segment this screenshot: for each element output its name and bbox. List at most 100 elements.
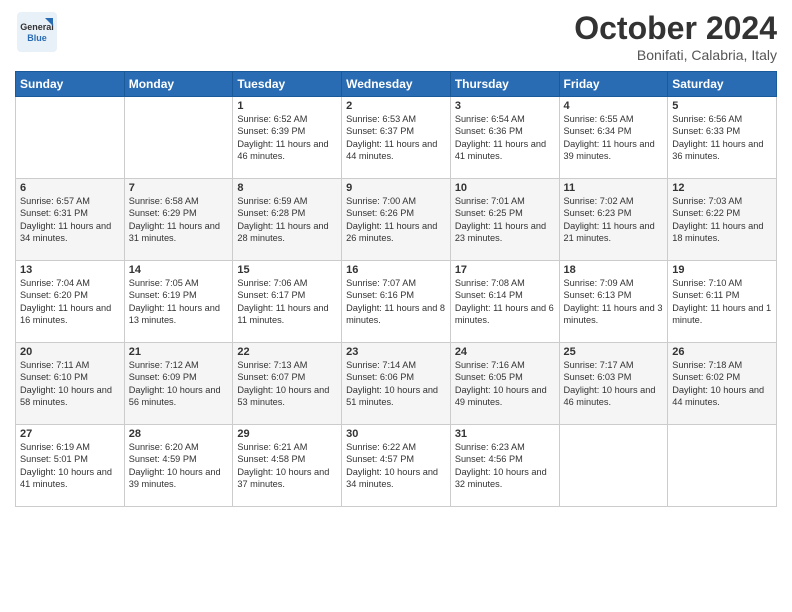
day-cell: 21Sunrise: 7:12 AM Sunset: 6:09 PM Dayli… <box>124 343 233 425</box>
day-number: 29 <box>237 428 337 440</box>
day-header-friday: Friday <box>559 72 668 97</box>
day-cell: 27Sunrise: 6:19 AM Sunset: 5:01 PM Dayli… <box>16 425 125 507</box>
day-info: Sunrise: 7:09 AM Sunset: 6:13 PM Dayligh… <box>564 277 664 327</box>
day-cell: 31Sunrise: 6:23 AM Sunset: 4:56 PM Dayli… <box>450 425 559 507</box>
title-area: October 2024 Bonifati, Calabria, Italy <box>574 10 777 63</box>
day-info: Sunrise: 6:20 AM Sunset: 4:59 PM Dayligh… <box>129 441 229 491</box>
day-cell: 20Sunrise: 7:11 AM Sunset: 6:10 PM Dayli… <box>16 343 125 425</box>
day-info: Sunrise: 6:22 AM Sunset: 4:57 PM Dayligh… <box>346 441 446 491</box>
week-row-4: 20Sunrise: 7:11 AM Sunset: 6:10 PM Dayli… <box>16 343 777 425</box>
day-number: 10 <box>455 182 555 194</box>
day-info: Sunrise: 7:16 AM Sunset: 6:05 PM Dayligh… <box>455 359 555 409</box>
day-number: 28 <box>129 428 229 440</box>
day-info: Sunrise: 6:53 AM Sunset: 6:37 PM Dayligh… <box>346 113 446 163</box>
day-cell <box>668 425 777 507</box>
day-header-monday: Monday <box>124 72 233 97</box>
day-cell: 9Sunrise: 7:00 AM Sunset: 6:26 PM Daylig… <box>342 179 451 261</box>
day-cell: 7Sunrise: 6:58 AM Sunset: 6:29 PM Daylig… <box>124 179 233 261</box>
logo: General Blue <box>15 10 59 54</box>
day-cell: 23Sunrise: 7:14 AM Sunset: 6:06 PM Dayli… <box>342 343 451 425</box>
day-info: Sunrise: 7:18 AM Sunset: 6:02 PM Dayligh… <box>672 359 772 409</box>
day-cell: 1Sunrise: 6:52 AM Sunset: 6:39 PM Daylig… <box>233 97 342 179</box>
day-info: Sunrise: 7:00 AM Sunset: 6:26 PM Dayligh… <box>346 195 446 245</box>
day-cell: 26Sunrise: 7:18 AM Sunset: 6:02 PM Dayli… <box>668 343 777 425</box>
day-info: Sunrise: 7:12 AM Sunset: 6:09 PM Dayligh… <box>129 359 229 409</box>
day-cell: 10Sunrise: 7:01 AM Sunset: 6:25 PM Dayli… <box>450 179 559 261</box>
day-info: Sunrise: 7:11 AM Sunset: 6:10 PM Dayligh… <box>20 359 120 409</box>
day-number: 8 <box>237 182 337 194</box>
week-row-5: 27Sunrise: 6:19 AM Sunset: 5:01 PM Dayli… <box>16 425 777 507</box>
day-info: Sunrise: 7:04 AM Sunset: 6:20 PM Dayligh… <box>20 277 120 327</box>
header-row: SundayMondayTuesdayWednesdayThursdayFrid… <box>16 72 777 97</box>
page: General Blue October 2024 Bonifati, Cala… <box>0 0 792 612</box>
day-info: Sunrise: 7:17 AM Sunset: 6:03 PM Dayligh… <box>564 359 664 409</box>
day-number: 31 <box>455 428 555 440</box>
day-cell <box>559 425 668 507</box>
day-info: Sunrise: 7:02 AM Sunset: 6:23 PM Dayligh… <box>564 195 664 245</box>
day-number: 20 <box>20 346 120 358</box>
day-number: 5 <box>672 100 772 112</box>
day-number: 17 <box>455 264 555 276</box>
logo-svg: General Blue <box>15 10 59 54</box>
day-info: Sunrise: 7:06 AM Sunset: 6:17 PM Dayligh… <box>237 277 337 327</box>
day-cell <box>124 97 233 179</box>
day-info: Sunrise: 7:08 AM Sunset: 6:14 PM Dayligh… <box>455 277 555 327</box>
day-cell: 28Sunrise: 6:20 AM Sunset: 4:59 PM Dayli… <box>124 425 233 507</box>
day-number: 12 <box>672 182 772 194</box>
day-header-sunday: Sunday <box>16 72 125 97</box>
day-cell: 22Sunrise: 7:13 AM Sunset: 6:07 PM Dayli… <box>233 343 342 425</box>
day-info: Sunrise: 6:56 AM Sunset: 6:33 PM Dayligh… <box>672 113 772 163</box>
day-cell: 11Sunrise: 7:02 AM Sunset: 6:23 PM Dayli… <box>559 179 668 261</box>
day-info: Sunrise: 6:54 AM Sunset: 6:36 PM Dayligh… <box>455 113 555 163</box>
day-info: Sunrise: 6:52 AM Sunset: 6:39 PM Dayligh… <box>237 113 337 163</box>
day-info: Sunrise: 6:19 AM Sunset: 5:01 PM Dayligh… <box>20 441 120 491</box>
day-cell: 18Sunrise: 7:09 AM Sunset: 6:13 PM Dayli… <box>559 261 668 343</box>
day-cell: 30Sunrise: 6:22 AM Sunset: 4:57 PM Dayli… <box>342 425 451 507</box>
day-info: Sunrise: 6:58 AM Sunset: 6:29 PM Dayligh… <box>129 195 229 245</box>
day-cell <box>16 97 125 179</box>
day-number: 25 <box>564 346 664 358</box>
day-info: Sunrise: 7:07 AM Sunset: 6:16 PM Dayligh… <box>346 277 446 327</box>
day-header-saturday: Saturday <box>668 72 777 97</box>
calendar-table: SundayMondayTuesdayWednesdayThursdayFrid… <box>15 71 777 507</box>
day-number: 16 <box>346 264 446 276</box>
day-info: Sunrise: 7:10 AM Sunset: 6:11 PM Dayligh… <box>672 277 772 327</box>
day-number: 1 <box>237 100 337 112</box>
month-title: October 2024 <box>574 10 777 47</box>
day-cell: 3Sunrise: 6:54 AM Sunset: 6:36 PM Daylig… <box>450 97 559 179</box>
day-cell: 29Sunrise: 6:21 AM Sunset: 4:58 PM Dayli… <box>233 425 342 507</box>
day-cell: 14Sunrise: 7:05 AM Sunset: 6:19 PM Dayli… <box>124 261 233 343</box>
location: Bonifati, Calabria, Italy <box>574 47 777 63</box>
day-cell: 25Sunrise: 7:17 AM Sunset: 6:03 PM Dayli… <box>559 343 668 425</box>
day-cell: 17Sunrise: 7:08 AM Sunset: 6:14 PM Dayli… <box>450 261 559 343</box>
day-number: 6 <box>20 182 120 194</box>
day-info: Sunrise: 7:14 AM Sunset: 6:06 PM Dayligh… <box>346 359 446 409</box>
day-number: 15 <box>237 264 337 276</box>
day-number: 14 <box>129 264 229 276</box>
day-number: 27 <box>20 428 120 440</box>
day-cell: 19Sunrise: 7:10 AM Sunset: 6:11 PM Dayli… <box>668 261 777 343</box>
day-cell: 8Sunrise: 6:59 AM Sunset: 6:28 PM Daylig… <box>233 179 342 261</box>
day-header-wednesday: Wednesday <box>342 72 451 97</box>
svg-text:Blue: Blue <box>27 33 47 43</box>
day-info: Sunrise: 6:57 AM Sunset: 6:31 PM Dayligh… <box>20 195 120 245</box>
week-row-1: 1Sunrise: 6:52 AM Sunset: 6:39 PM Daylig… <box>16 97 777 179</box>
day-cell: 24Sunrise: 7:16 AM Sunset: 6:05 PM Dayli… <box>450 343 559 425</box>
day-cell: 5Sunrise: 6:56 AM Sunset: 6:33 PM Daylig… <box>668 97 777 179</box>
week-row-3: 13Sunrise: 7:04 AM Sunset: 6:20 PM Dayli… <box>16 261 777 343</box>
day-number: 30 <box>346 428 446 440</box>
day-cell: 15Sunrise: 7:06 AM Sunset: 6:17 PM Dayli… <box>233 261 342 343</box>
day-info: Sunrise: 6:21 AM Sunset: 4:58 PM Dayligh… <box>237 441 337 491</box>
day-info: Sunrise: 6:59 AM Sunset: 6:28 PM Dayligh… <box>237 195 337 245</box>
day-info: Sunrise: 7:13 AM Sunset: 6:07 PM Dayligh… <box>237 359 337 409</box>
day-header-tuesday: Tuesday <box>233 72 342 97</box>
day-number: 22 <box>237 346 337 358</box>
day-cell: 4Sunrise: 6:55 AM Sunset: 6:34 PM Daylig… <box>559 97 668 179</box>
day-info: Sunrise: 7:03 AM Sunset: 6:22 PM Dayligh… <box>672 195 772 245</box>
day-number: 24 <box>455 346 555 358</box>
day-number: 7 <box>129 182 229 194</box>
week-row-2: 6Sunrise: 6:57 AM Sunset: 6:31 PM Daylig… <box>16 179 777 261</box>
logo-icon-container: General Blue <box>15 10 59 54</box>
day-cell: 16Sunrise: 7:07 AM Sunset: 6:16 PM Dayli… <box>342 261 451 343</box>
day-number: 11 <box>564 182 664 194</box>
